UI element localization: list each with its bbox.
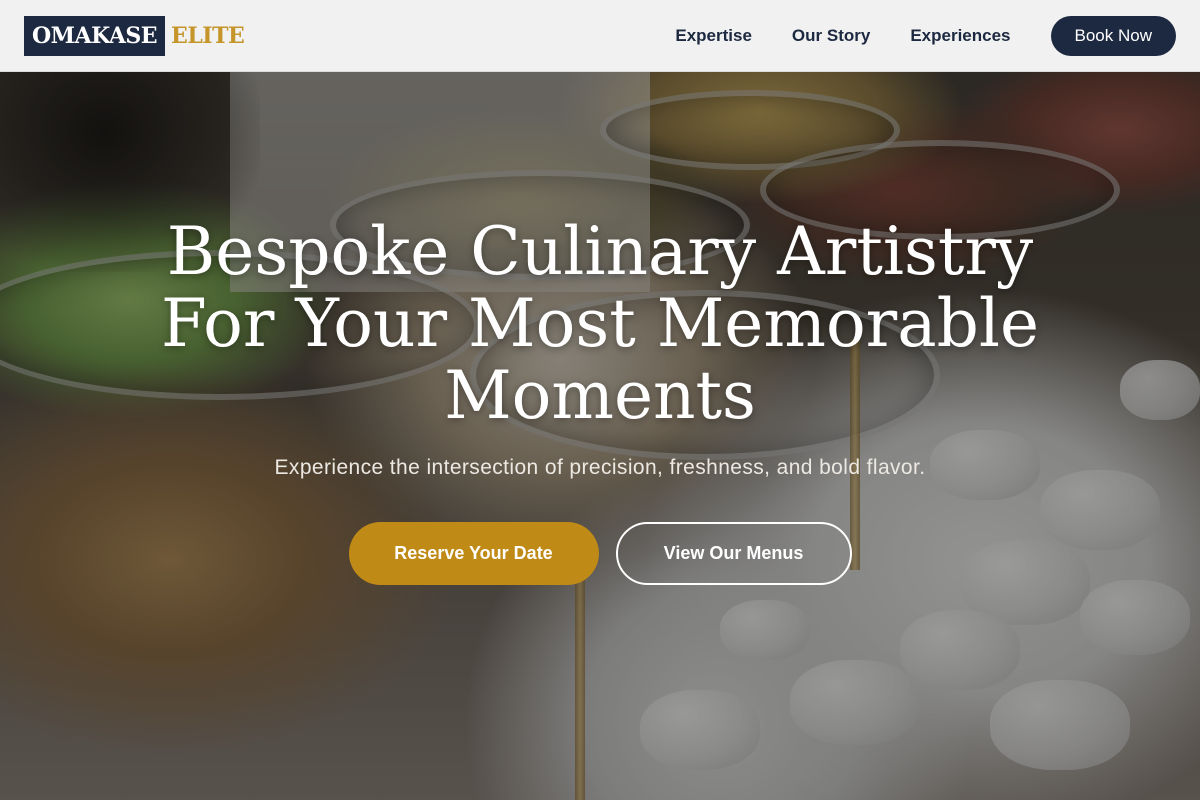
nav-link-experiences[interactable]: Experiences — [910, 26, 1010, 46]
hero-title-line: Bespoke Culinary Artistry — [166, 213, 1034, 290]
book-now-button[interactable]: Book Now — [1050, 15, 1176, 56]
hero-title: Bespoke Culinary Artistry For Your Most … — [150, 216, 1050, 432]
logo-primary-text: OMAKASE — [24, 15, 166, 56]
nav-link-expertise[interactable]: Expertise — [675, 26, 752, 46]
hero-section: Bespoke Culinary Artistry For Your Most … — [0, 72, 1200, 800]
nav-link-our-story[interactable]: Our Story — [792, 26, 870, 46]
hero-actions: Reserve Your Date View Our Menus — [0, 522, 1200, 585]
reserve-date-button[interactable]: Reserve Your Date — [348, 522, 599, 585]
hero-subtitle: Experience the intersection of precision… — [274, 456, 926, 479]
hero-title-line: Moments — [444, 357, 756, 434]
site-logo[interactable]: OMAKASE ELITE — [24, 15, 245, 56]
logo-accent-text: ELITE — [171, 22, 245, 49]
view-menus-button[interactable]: View Our Menus — [615, 522, 852, 585]
top-navbar: OMAKASE ELITE Expertise Our Story Experi… — [0, 0, 1200, 72]
main-nav: Expertise Our Story Experiences Book Now — [675, 15, 1176, 56]
hero-title-line: For Your Most Memorable — [160, 285, 1039, 362]
